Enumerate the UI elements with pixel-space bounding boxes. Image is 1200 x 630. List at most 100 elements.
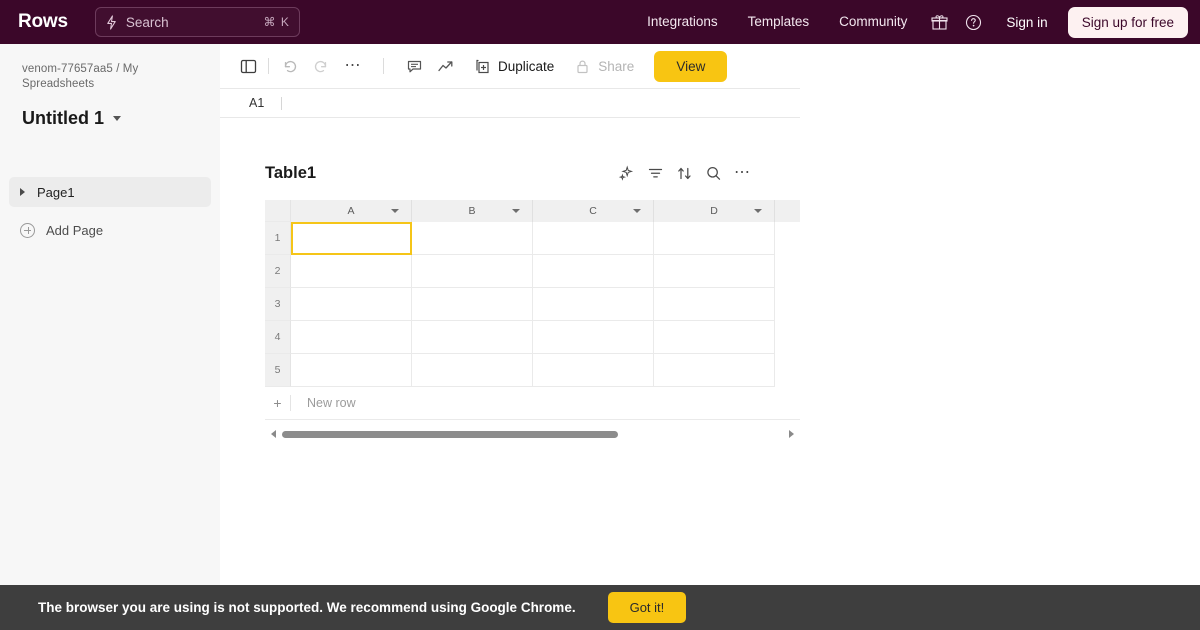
cell-c5[interactable]: [533, 354, 654, 387]
duplicate-label: Duplicate: [498, 58, 555, 74]
sidebar-item-label: Page1: [37, 184, 75, 200]
table-title[interactable]: Table1: [265, 164, 316, 183]
cell-b2[interactable]: [412, 255, 533, 288]
search-shortcut: ⌘ K: [263, 15, 290, 29]
cell-a5[interactable]: [291, 354, 412, 387]
got-it-button[interactable]: Got it!: [607, 592, 687, 623]
cell-b4[interactable]: [412, 321, 533, 354]
lock-icon: [577, 60, 588, 73]
row-header[interactable]: 2: [265, 255, 291, 288]
chevron-down-icon[interactable]: [113, 116, 122, 121]
cell-a1[interactable]: [291, 222, 412, 255]
cell-b5[interactable]: [412, 354, 533, 387]
nav-link-templates[interactable]: Templates: [733, 0, 825, 44]
help-circle-icon[interactable]: [956, 14, 990, 31]
new-row-button[interactable]: + New row: [265, 387, 800, 420]
column-label: A: [347, 205, 355, 217]
table-row: 3: [265, 288, 800, 321]
comment-icon[interactable]: [398, 51, 430, 81]
cell-b1[interactable]: [412, 222, 533, 255]
cell-c1[interactable]: [533, 222, 654, 255]
column-header-c[interactable]: C: [533, 200, 654, 222]
cell-c4[interactable]: [533, 321, 654, 354]
chevron-down-icon[interactable]: [512, 209, 520, 213]
table-row: 2: [265, 255, 800, 288]
chevron-right-icon[interactable]: [20, 188, 25, 196]
table-more-dots: ⋯: [734, 164, 751, 181]
search-input[interactable]: Search ⌘ K: [94, 7, 300, 37]
undo-icon[interactable]: [273, 51, 305, 81]
table-header: Table1 ⋯: [220, 118, 800, 192]
sidebar: venom-77657aa5 / My Spreadsheets Untitle…: [0, 44, 220, 630]
search-placeholder: Search: [125, 14, 169, 30]
scroll-right-arrow-icon[interactable]: [789, 430, 794, 438]
redo-icon[interactable]: [305, 51, 337, 81]
column-header-a[interactable]: A: [291, 200, 412, 222]
column-header-b[interactable]: B: [412, 200, 533, 222]
cell-c3[interactable]: [533, 288, 654, 321]
share-button[interactable]: Share: [568, 51, 642, 81]
breadcrumb[interactable]: venom-77657aa5 / My Spreadsheets: [22, 62, 202, 92]
row-header[interactable]: 5: [265, 354, 291, 387]
sidebar-item-page1[interactable]: Page1: [9, 177, 211, 207]
cell-d3[interactable]: [654, 288, 775, 321]
ai-sparkle-icon[interactable]: [617, 164, 636, 183]
horizontal-scrollbar[interactable]: [265, 420, 800, 440]
cell-a4[interactable]: [291, 321, 412, 354]
more-horizontal-icon[interactable]: ⋯: [733, 164, 752, 183]
chevron-down-icon[interactable]: [754, 209, 762, 213]
page-list: Page1 Add Page: [0, 177, 220, 245]
more-horizontal-icon[interactable]: ⋯: [337, 51, 369, 81]
row-header[interactable]: 1: [265, 222, 291, 255]
view-button[interactable]: View: [654, 50, 728, 82]
row-header[interactable]: 3: [265, 288, 291, 321]
add-page-label: Add Page: [46, 222, 104, 238]
chevron-down-icon[interactable]: [391, 209, 399, 213]
table-toolbar: ⋯: [617, 164, 800, 183]
new-row-label: New row: [307, 396, 356, 410]
sidebar-toggle-icon[interactable]: [232, 51, 264, 81]
duplicate-button[interactable]: Duplicate: [468, 51, 562, 81]
cell-d5[interactable]: [654, 354, 775, 387]
plus-circle-icon: [20, 222, 35, 238]
chevron-down-icon[interactable]: [633, 209, 641, 213]
cell-reference[interactable]: A1: [249, 96, 281, 110]
scroll-left-arrow-icon[interactable]: [271, 430, 276, 438]
bolt-icon: [107, 14, 116, 30]
cell-d2[interactable]: [654, 255, 775, 288]
column-header-row: A B C D: [265, 200, 800, 222]
sign-up-button[interactable]: Sign up for free: [1067, 6, 1188, 38]
table-row: 1: [265, 222, 800, 255]
toolbar-divider: [268, 58, 269, 74]
sign-in-link[interactable]: Sign in: [990, 15, 1063, 30]
rows-logo[interactable]: Rows: [18, 11, 68, 33]
scrollbar-thumb[interactable]: [282, 430, 618, 438]
trend-chart-icon[interactable]: [430, 51, 462, 81]
nav-link-community[interactable]: Community: [824, 0, 922, 44]
table-row: 5: [265, 354, 800, 387]
scrollbar-track[interactable]: [282, 430, 783, 438]
row-header[interactable]: 4: [265, 321, 291, 354]
column-header-d[interactable]: D: [654, 200, 775, 222]
cell-d1[interactable]: [654, 222, 775, 255]
cell-a3[interactable]: [291, 288, 412, 321]
nav-link-integrations[interactable]: Integrations: [632, 0, 733, 44]
filter-icon[interactable]: [646, 164, 665, 183]
share-label: Share: [598, 58, 635, 74]
column-label: D: [710, 205, 718, 217]
document-title-row[interactable]: Untitled 1: [22, 108, 220, 129]
cell-d4[interactable]: [654, 321, 775, 354]
cell-b3[interactable]: [412, 288, 533, 321]
page-title: Untitled 1: [22, 108, 105, 128]
add-page-button[interactable]: Add Page: [9, 215, 211, 245]
cell-a2[interactable]: [291, 255, 412, 288]
gift-icon[interactable]: [922, 14, 956, 31]
search-icon[interactable]: [704, 164, 723, 183]
banner-message: The browser you are using is not support…: [38, 600, 576, 615]
cell-c2[interactable]: [533, 255, 654, 288]
nav-right-group: Integrations Templates Community Sign in…: [632, 0, 1200, 44]
column-label: C: [589, 205, 597, 217]
top-navigation-bar: Rows Search ⌘ K Integrations Templates C…: [0, 0, 1200, 44]
sort-icon[interactable]: [675, 164, 694, 183]
browser-warning-banner: The browser you are using is not support…: [0, 585, 1200, 630]
